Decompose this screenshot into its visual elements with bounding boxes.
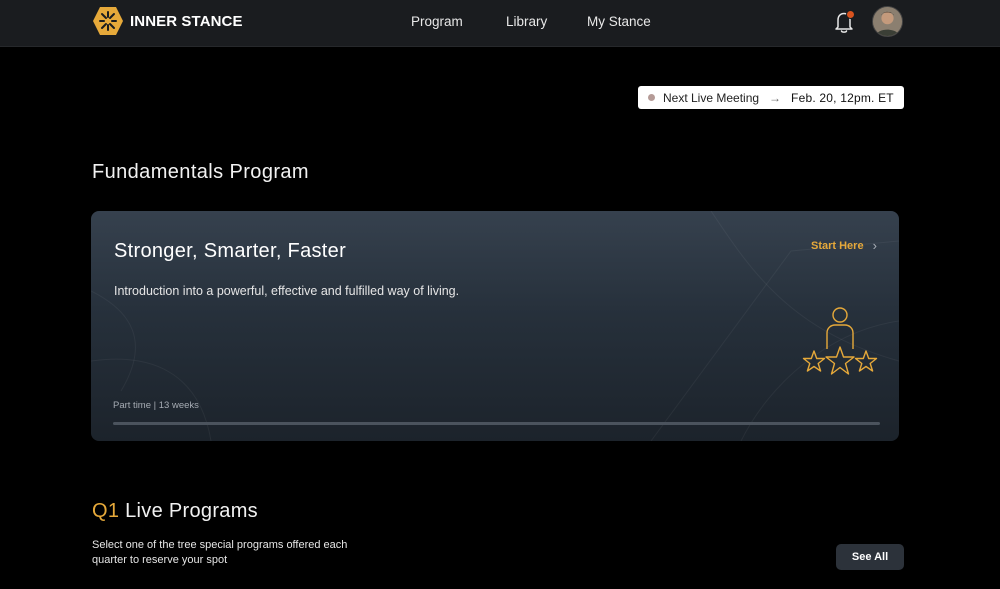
nav-program[interactable]: Program xyxy=(411,14,463,29)
arrow-right-icon: → xyxy=(769,90,782,105)
program-card[interactable]: Stronger, Smarter, Faster Introduction i… xyxy=(91,211,899,441)
chevron-right-icon: › xyxy=(872,238,877,253)
start-here-link[interactable]: Start Here › xyxy=(811,238,877,253)
person-with-stars-icon xyxy=(802,307,878,375)
live-programs-description: Select one of the tree special programs … xyxy=(92,539,348,566)
top-navbar: INNER STANCE Program Library My Stance xyxy=(0,0,1000,47)
brand[interactable]: INNER STANCE xyxy=(92,6,243,36)
program-description: Introduction into a powerful, effective … xyxy=(114,284,460,298)
notifications-button[interactable] xyxy=(832,9,856,35)
see-all-button[interactable]: See All xyxy=(836,544,904,570)
program-progress-bar xyxy=(113,422,880,425)
program-title: Stronger, Smarter, Faster xyxy=(114,240,347,262)
next-live-meeting-label: Next Live Meeting xyxy=(663,90,760,105)
avatar-photo xyxy=(873,7,902,36)
live-programs-title-text: Live Programs xyxy=(119,500,258,522)
nav-my-stance[interactable]: My Stance xyxy=(587,14,651,29)
brand-name: INNER STANCE xyxy=(130,12,243,30)
live-programs-title: Q1 Live Programs xyxy=(92,500,258,523)
fundamentals-section-title: Fundamentals Program xyxy=(92,161,309,183)
nav-library[interactable]: Library xyxy=(506,14,547,29)
inner-stance-logo-icon xyxy=(93,7,123,35)
live-programs-quarter: Q1 xyxy=(92,500,120,522)
live-status-dot xyxy=(648,94,655,101)
program-meta: Part time | 13 weeks xyxy=(113,400,199,411)
start-here-label: Start Here xyxy=(811,239,864,252)
next-live-meeting-date: Feb. 20, 12pm. ET xyxy=(791,90,894,105)
next-live-meeting-pill[interactable]: Next Live Meeting → Feb. 20, 12pm. ET xyxy=(638,86,904,109)
user-avatar[interactable] xyxy=(872,6,903,37)
notification-dot xyxy=(846,10,855,19)
